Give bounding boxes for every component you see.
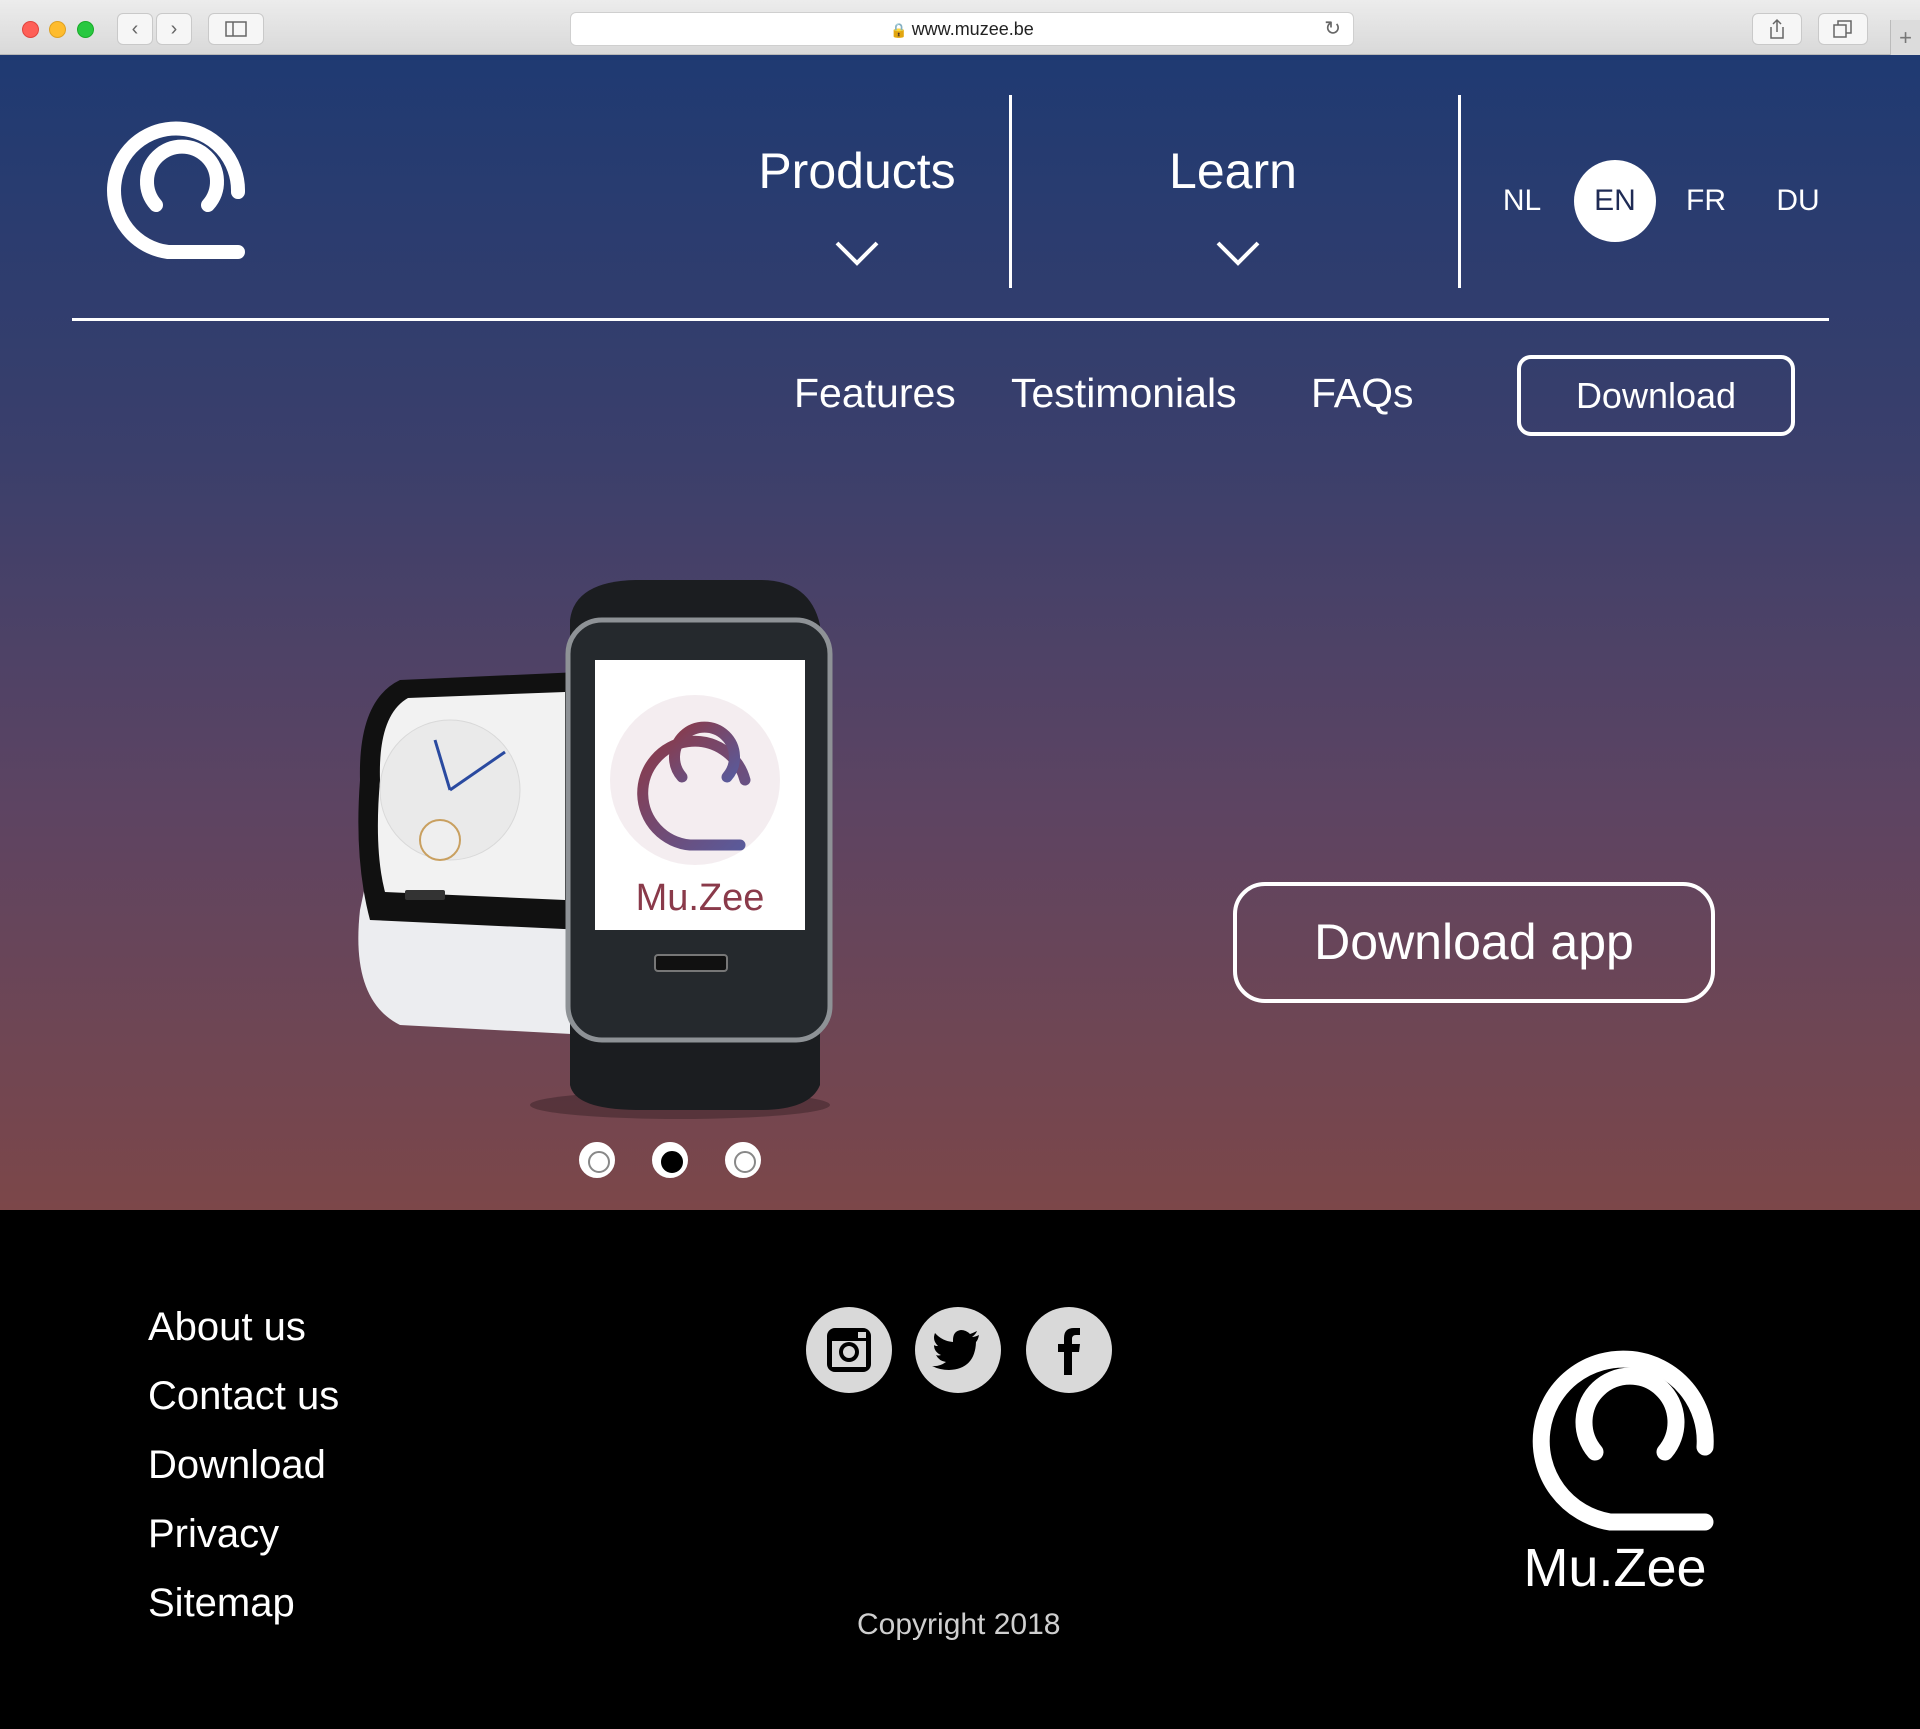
sitemap-link[interactable]: Sitemap (148, 1581, 295, 1626)
lock-icon: 🔒 (890, 22, 908, 38)
muzee-footer-logo-icon (1532, 1350, 1714, 1531)
download-link[interactable]: Download (148, 1443, 326, 1488)
chevron-down-icon[interactable] (1215, 240, 1261, 268)
facebook-link[interactable] (1026, 1307, 1112, 1393)
chevron-right-icon: › (170, 18, 178, 40)
nav-divider (1458, 95, 1461, 288)
nav-divider (1009, 95, 1012, 288)
lang-en[interactable]: EN (1574, 160, 1656, 242)
sidebar-button[interactable] (208, 13, 264, 45)
tabs-button[interactable] (1818, 13, 1868, 45)
minimize-window-button[interactable] (49, 21, 66, 38)
address-bar[interactable]: 🔒 www.muzee.be ↻ (570, 12, 1354, 46)
chevron-left-icon: ‹ (131, 18, 139, 40)
share-button[interactable] (1752, 13, 1802, 45)
header-divider (72, 318, 1829, 321)
features-link[interactable]: Features (794, 370, 956, 417)
copyright-text: Copyright 2018 (857, 1608, 1061, 1641)
footer: About us Contact us Download Privacy Sit… (0, 1210, 1920, 1729)
hero-section: Products Learn NL EN FR DU Features Test… (0, 55, 1920, 1210)
lang-fr[interactable]: FR (1665, 160, 1747, 242)
footer-brand-name: Mu.Zee (1523, 1538, 1707, 1598)
about-us-link[interactable]: About us (148, 1305, 306, 1350)
learn-nav[interactable]: Learn (1133, 142, 1333, 200)
testimonials-link[interactable]: Testimonials (1011, 370, 1237, 417)
products-nav[interactable]: Products (752, 142, 962, 200)
muzee-logo-icon[interactable] (98, 117, 248, 267)
new-tab-button[interactable]: + (1890, 20, 1920, 55)
sidebar-icon (225, 21, 247, 37)
url-text: www.muzee.be (911, 19, 1034, 39)
twitter-icon (932, 1330, 979, 1370)
download-app-button[interactable]: Download app (1233, 882, 1715, 1003)
lang-nl[interactable]: NL (1481, 160, 1563, 242)
reload-icon[interactable]: ↻ (1324, 13, 1341, 45)
instagram-icon (827, 1328, 871, 1372)
maximize-window-button[interactable] (77, 21, 94, 38)
instagram-link[interactable] (806, 1307, 892, 1393)
facebook-icon (1058, 1328, 1080, 1375)
lang-du[interactable]: DU (1757, 160, 1839, 242)
contact-us-link[interactable]: Contact us (148, 1374, 339, 1419)
carousel-dot-2[interactable] (652, 1142, 688, 1178)
twitter-link[interactable] (915, 1307, 1001, 1393)
forward-button[interactable]: › (156, 13, 192, 45)
share-icon (1770, 18, 1784, 39)
faqs-link[interactable]: FAQs (1311, 370, 1414, 417)
privacy-link[interactable]: Privacy (148, 1512, 279, 1557)
carousel-dot-1[interactable] (579, 1142, 615, 1178)
back-button[interactable]: ‹ (117, 13, 153, 45)
chevron-down-icon[interactable] (834, 240, 880, 268)
download-button[interactable]: Download (1517, 355, 1795, 436)
close-window-button[interactable] (22, 21, 39, 38)
watch-brand-text: Mu.Zee (636, 877, 765, 919)
smartwatch-image: Mu.Zee (358, 580, 833, 1119)
carousel-dot-3[interactable] (725, 1142, 761, 1178)
tabs-icon (1833, 20, 1852, 38)
browser-toolbar: ‹ › 🔒 www.muzee.be ↻ + (0, 0, 1920, 55)
